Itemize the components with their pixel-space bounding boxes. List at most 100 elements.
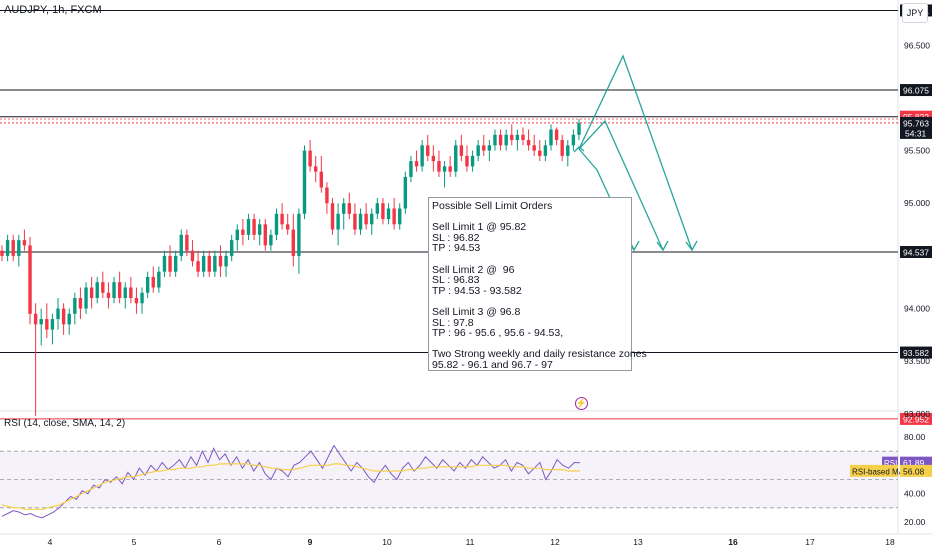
candle-body — [56, 308, 60, 320]
candle-body — [409, 161, 413, 177]
rsi-tick-label: 40.00 — [904, 489, 926, 499]
candle-body — [28, 245, 32, 314]
candle-body — [448, 166, 452, 172]
candle-body — [173, 255, 178, 272]
rsi-tick-label: 80.00 — [904, 432, 926, 442]
time-tick-label: 11 — [466, 537, 475, 547]
currency-button[interactable]: JPY — [902, 3, 928, 23]
time-tick-label: 6 — [217, 537, 222, 547]
candle-body — [297, 213, 301, 256]
candle-body — [381, 203, 385, 220]
candle-body — [50, 319, 55, 330]
candle-body — [454, 145, 458, 172]
candle-body — [33, 313, 38, 325]
candle-body — [515, 134, 520, 141]
candle-body — [78, 298, 83, 309]
candle-body — [498, 134, 503, 146]
candle-body — [314, 166, 318, 172]
candle-body — [470, 155, 475, 167]
note-gap — [432, 254, 631, 265]
price-label: 94.537 — [903, 248, 929, 258]
price-tick-label: 93.000 — [904, 409, 930, 419]
candle-body — [370, 213, 374, 225]
candle-body — [246, 219, 251, 235]
candle-body — [504, 134, 508, 146]
candle-body — [493, 134, 497, 146]
candle-body — [213, 255, 217, 272]
candle-body — [129, 287, 133, 299]
candle-body — [426, 145, 430, 156]
candle-body — [549, 129, 553, 146]
candle-body — [179, 234, 183, 256]
symbol-title: AUDJPY, 1h, FXCM — [4, 4, 102, 16]
sell-limit-annotation: Possible Sell Limit Orders Sell Limit 1 … — [428, 197, 647, 371]
candle-body — [342, 203, 346, 214]
candle-body — [566, 145, 570, 156]
candle-body — [319, 171, 324, 188]
candle-body — [274, 213, 279, 235]
candle-body — [106, 292, 111, 299]
note-line: Sell Limit 3 @ 96.8 — [432, 305, 521, 318]
price-tick-label: 93.500 — [904, 356, 930, 366]
candle-body — [543, 145, 548, 156]
candle-body — [571, 134, 576, 146]
arrow-head — [656, 240, 669, 252]
rsi-ma-value: 56.08 — [903, 466, 925, 476]
candle-body — [22, 240, 27, 246]
candle-body — [431, 155, 436, 162]
candle-body — [437, 161, 441, 172]
candle-body — [11, 240, 15, 256]
candle-body — [196, 261, 200, 272]
price-tick-label: 94.000 — [904, 304, 930, 314]
candle-body — [403, 176, 408, 209]
lightning-icon[interactable]: ⚡ — [575, 397, 588, 410]
candle-body — [420, 145, 424, 167]
candle-body — [67, 313, 71, 325]
candle-body — [257, 224, 262, 235]
candle-body — [375, 203, 380, 214]
candle-body — [487, 145, 492, 151]
last-price-label: 95.763 — [903, 118, 929, 128]
candle-body — [168, 255, 172, 272]
price-label: 96.075 — [903, 86, 929, 96]
candle-body — [185, 234, 189, 251]
candle-body — [526, 140, 531, 146]
note-line: TP : 96 - 95.6 , 95.6 - 94.53, — [432, 327, 564, 340]
note-line: TP : 94.53 — [432, 242, 481, 255]
time-tick-label: 18 — [885, 537, 895, 547]
candle-body — [442, 166, 447, 172]
candle-body — [39, 319, 43, 325]
candle-body — [325, 187, 329, 204]
candle-body — [577, 123, 581, 135]
candle-body — [162, 255, 167, 272]
candle-body — [201, 255, 206, 272]
time-tick-label: 17 — [805, 537, 815, 547]
note-line: TP : 94.53 - 93.582 — [432, 284, 522, 297]
rsi-ma-tag: RSI-based MA — [852, 467, 905, 476]
note-line: Possible Sell Limit Orders — [432, 200, 553, 212]
candle-body — [145, 276, 150, 293]
candle-body — [117, 282, 122, 299]
candle-body — [224, 255, 228, 267]
candle-body — [134, 298, 139, 304]
candle-body — [482, 145, 486, 151]
candle-body — [364, 213, 368, 225]
time-tick-label: 5 — [132, 537, 137, 547]
candle-body — [398, 208, 402, 225]
candle-body — [414, 161, 419, 167]
candle-body — [45, 319, 49, 330]
arrow-head — [685, 240, 698, 252]
candle-body — [302, 150, 307, 214]
candle-body — [140, 292, 144, 304]
candle-body — [190, 250, 195, 262]
candle-body — [252, 219, 256, 235]
candle-body — [521, 134, 525, 141]
candle-body — [554, 129, 559, 141]
rsi-tick-label: 20.00 — [904, 517, 926, 527]
candle-body — [157, 271, 161, 288]
candle-body — [336, 213, 340, 230]
candle-body — [465, 155, 469, 167]
time-tick-label: 16 — [728, 537, 738, 547]
candle-body — [263, 224, 267, 246]
candle-body — [560, 140, 564, 156]
